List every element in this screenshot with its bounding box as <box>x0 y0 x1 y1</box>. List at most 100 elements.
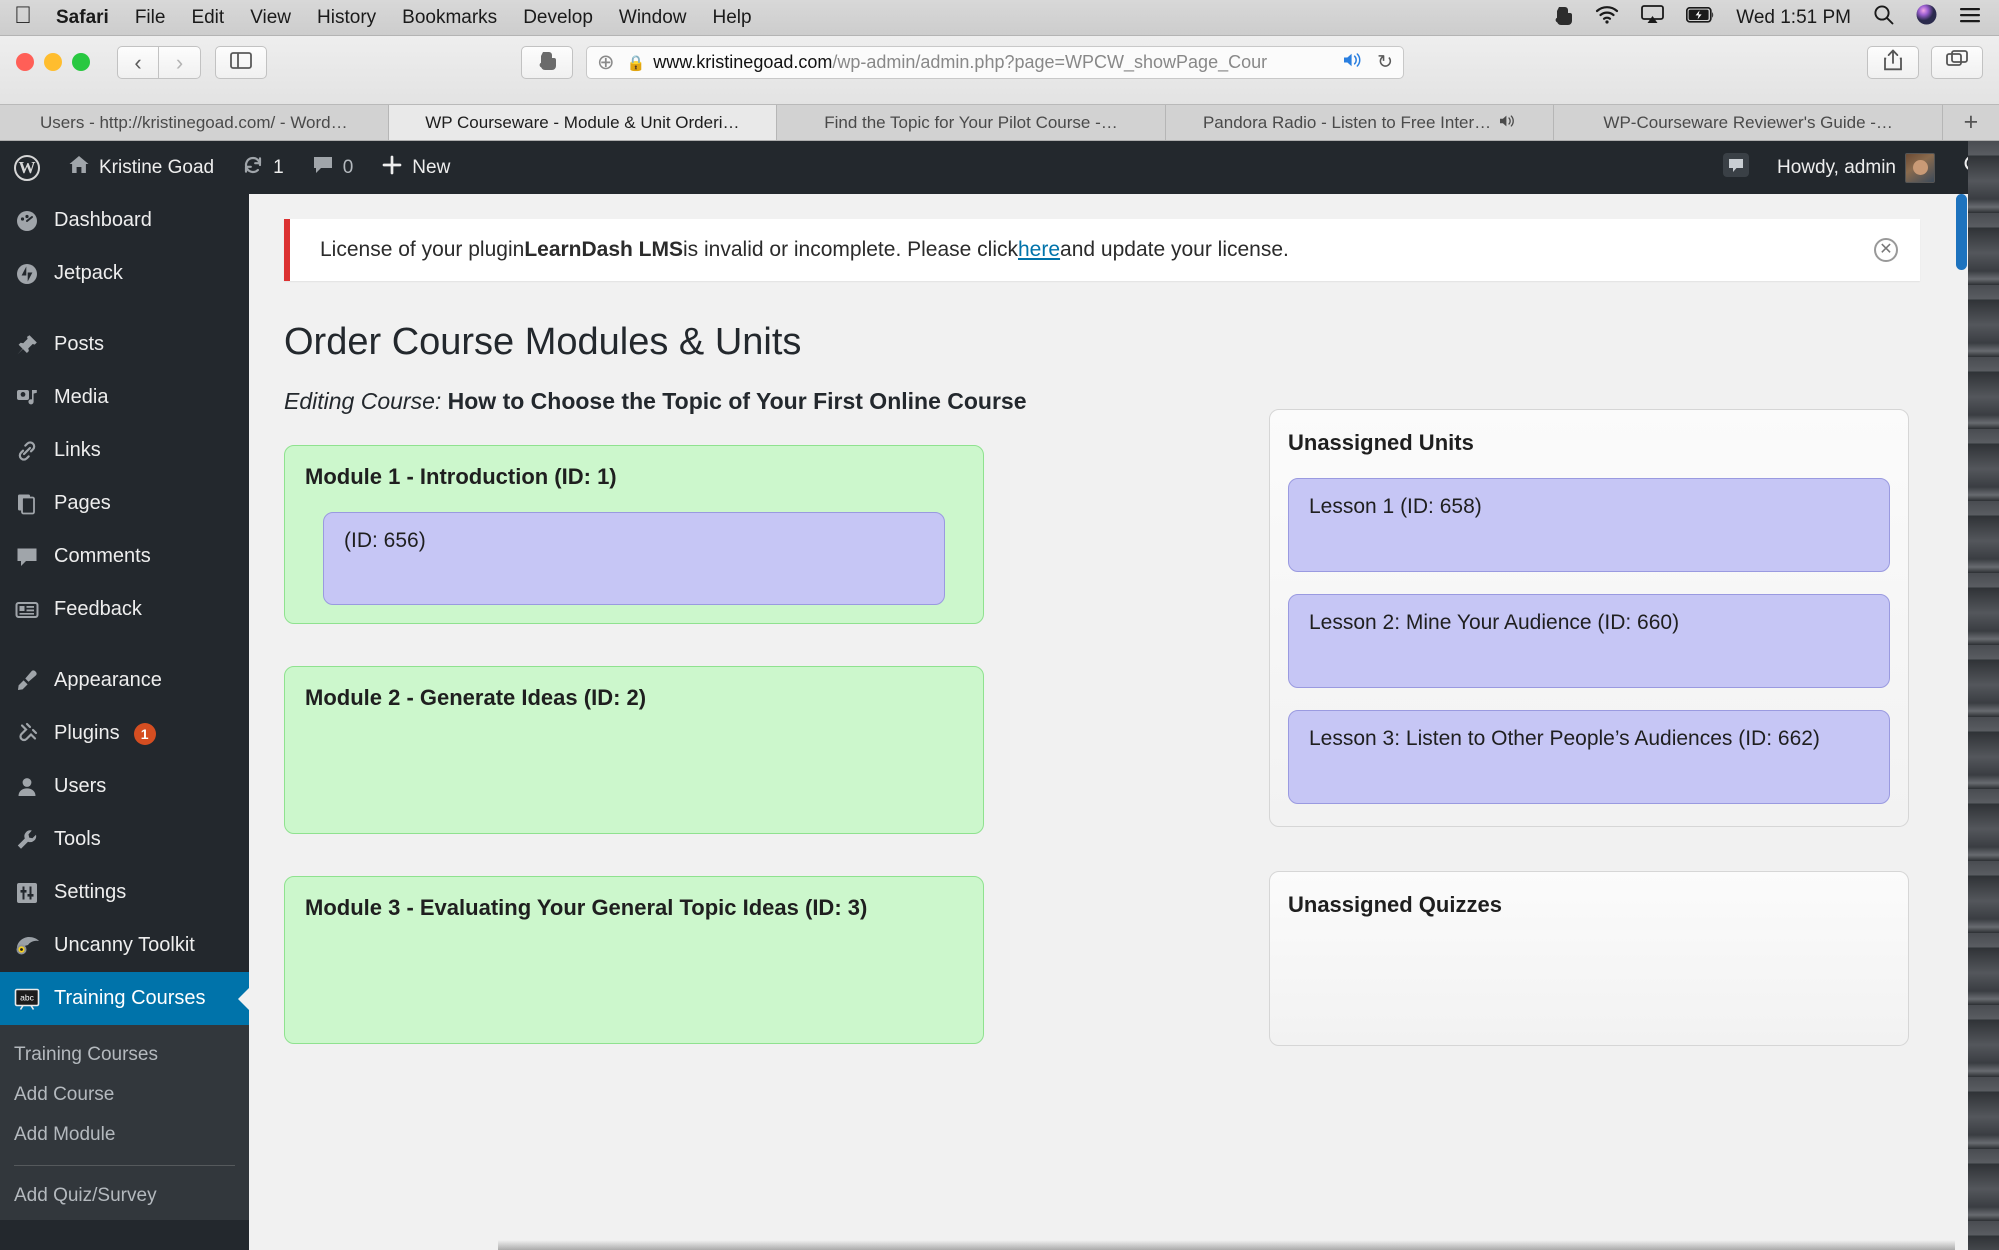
unassigned-unit-item[interactable]: Lesson 1 (ID: 658) <box>1288 478 1890 572</box>
share-button[interactable] <box>1867 46 1919 79</box>
sidebar-item-media[interactable]: Media <box>0 371 249 424</box>
sidebar-item-label: Users <box>54 775 107 797</box>
submenu-item-add-course[interactable]: Add Course <box>0 1075 249 1115</box>
menu-item-bookmarks[interactable]: Bookmarks <box>402 7 497 29</box>
tab-reviewers-guide[interactable]: WP-Courseware Reviewer's Guide -… <box>1554 105 1943 140</box>
sidebar-item-pages[interactable]: Pages <box>0 477 249 530</box>
howdy-menu[interactable]: Howdy, admin <box>1763 141 1949 194</box>
submenu-item-add-module[interactable]: Add Module <box>0 1115 249 1155</box>
module-box[interactable]: Module 1 - Introduction (ID: 1) (ID: 656… <box>284 445 984 624</box>
notice-suffix: and update your license. <box>1060 238 1289 261</box>
module-box[interactable]: Module 2 - Generate Ideas (ID: 2) <box>284 666 984 834</box>
menu-item-file[interactable]: File <box>135 7 166 29</box>
menu-item-edit[interactable]: Edit <box>191 7 224 29</box>
airplay-icon[interactable] <box>1641 5 1665 30</box>
sidebar-item-dashboard[interactable]: Dashboard <box>0 194 249 247</box>
sidebar-item-label: Plugins <box>54 722 120 744</box>
tab-find-topic[interactable]: Find the Topic for Your Pilot Course -… <box>777 105 1166 140</box>
comments-count: 0 <box>342 156 354 178</box>
home-icon <box>68 155 90 181</box>
notice-here-link[interactable]: here <box>1018 238 1060 262</box>
page-bottom-edge <box>498 1240 1965 1250</box>
menu-item-safari[interactable]: Safari <box>56 7 109 29</box>
sidebar-item-posts[interactable]: Posts <box>0 318 249 371</box>
evernote-icon[interactable] <box>1554 4 1573 32</box>
tab-wp-courseware[interactable]: WP Courseware - Module & Unit Orderi… <box>388 105 778 140</box>
admin-content-area: License of your plugin LearnDash LMS is … <box>249 194 1965 1250</box>
sidebar-item-links[interactable]: Links <box>0 424 249 477</box>
feedback-icon <box>14 598 40 622</box>
new-label: New <box>412 156 451 178</box>
notification-center-icon[interactable] <box>1959 6 1981 30</box>
unassigned-units-panel: Unassigned Units Lesson 1 (ID: 658) Less… <box>1269 409 1909 827</box>
menu-bar-clock[interactable]: Wed 1:51 PM <box>1736 7 1851 29</box>
modules-column: Module 1 - Introduction (ID: 1) (ID: 656… <box>284 445 984 1086</box>
sidebar-item-label: Jetpack <box>54 262 123 284</box>
updates-menu[interactable]: 1 <box>228 141 298 194</box>
apple-menu-icon[interactable]:  <box>14 3 32 28</box>
wp-admin-bar: W Kristine Goad 1 0 New Howdy, admin <box>0 141 1999 194</box>
sidebar-item-training-courses[interactable]: abc Training Courses <box>0 972 249 1025</box>
wifi-icon[interactable] <box>1595 5 1619 30</box>
module-box[interactable]: Module 3 - Evaluating Your General Topic… <box>284 876 984 1044</box>
siri-icon[interactable] <box>1916 4 1937 31</box>
tab-label: Users - http://kristinegoad.com/ - Word… <box>39 112 348 132</box>
sidebar-item-uncanny-toolkit[interactable]: Uncanny Toolkit <box>0 919 249 972</box>
sidebar-item-plugins[interactable]: Plugins 1 <box>0 707 249 760</box>
menu-item-history[interactable]: History <box>317 7 376 29</box>
sidebar-item-feedback[interactable]: Feedback <box>0 583 249 636</box>
submenu-item-add-quiz-survey[interactable]: Add Quiz/Survey <box>0 1176 249 1216</box>
add-icon[interactable]: ⊕ <box>597 50 615 75</box>
menu-item-develop[interactable]: Develop <box>523 7 593 29</box>
wp-admin-sidebar: Dashboard Jetpack Posts Media Links Page… <box>0 194 249 1250</box>
background-window-edge <box>1968 141 1999 1250</box>
close-window-button[interactable] <box>16 53 34 71</box>
evernote-clipper-button[interactable] <box>521 46 573 79</box>
wp-logo-menu[interactable]: W <box>0 141 54 194</box>
feedback-menu[interactable] <box>1709 141 1763 194</box>
close-icon[interactable]: ✕ <box>1874 238 1898 262</box>
toolbar-right-buttons <box>1867 46 1983 79</box>
show-sidebar-button[interactable] <box>215 46 267 79</box>
address-bar[interactable]: ⊕ 🔒 www.kristinegoad.com /wp-admin/admin… <box>586 46 1404 79</box>
unassigned-unit-item[interactable]: Lesson 2: Mine Your Audience (ID: 660) <box>1288 594 1890 688</box>
tab-overview-button[interactable] <box>1931 46 1983 79</box>
sidebar-icon <box>230 51 252 74</box>
menu-item-window[interactable]: Window <box>619 7 687 29</box>
forward-button[interactable]: › <box>159 46 201 79</box>
license-notice: License of your plugin LearnDash LMS is … <box>284 219 1920 281</box>
tab-users[interactable]: Users - http://kristinegoad.com/ - Word… <box>0 105 389 140</box>
sidebar-item-comments[interactable]: Comments <box>0 530 249 583</box>
evernote-icon <box>538 49 557 76</box>
menu-item-help[interactable]: Help <box>712 7 751 29</box>
users-icon <box>14 775 40 799</box>
site-name-menu[interactable]: Kristine Goad <box>54 141 228 194</box>
svg-text:abc: abc <box>20 992 34 1002</box>
tab-label: Pandora Radio - Listen to Free Inter… <box>1202 112 1492 132</box>
reload-icon[interactable]: ↻ <box>1377 51 1393 74</box>
unassigned-unit-item[interactable]: Lesson 3: Listen to Other People’s Audie… <box>1288 710 1890 804</box>
scrollbar-thumb[interactable] <box>1956 194 1967 270</box>
sidebar-item-tools[interactable]: Tools <box>0 813 249 866</box>
menu-item-view[interactable]: View <box>250 7 291 29</box>
back-button[interactable]: ‹ <box>117 46 159 79</box>
editing-course-label: Editing Course: <box>284 388 442 414</box>
submenu-item-training-courses[interactable]: Training Courses <box>0 1035 249 1075</box>
sidebar-item-jetpack[interactable]: Jetpack <box>0 247 249 300</box>
tab-pandora-radio[interactable]: Pandora Radio - Listen to Free Inter… <box>1166 105 1555 140</box>
new-tab-button[interactable]: + <box>1943 105 1999 140</box>
battery-charging-icon[interactable] <box>1686 6 1714 29</box>
comments-menu[interactable]: 0 <box>298 141 368 194</box>
new-content-menu[interactable]: New <box>367 141 464 194</box>
updates-icon <box>242 155 264 181</box>
unit-box[interactable]: (ID: 656) <box>323 512 945 605</box>
sidebar-item-appearance[interactable]: Appearance <box>0 654 249 707</box>
minimize-window-button[interactable] <box>44 53 62 71</box>
sidebar-item-users[interactable]: Users <box>0 760 249 813</box>
spotlight-search-icon[interactable] <box>1873 4 1894 31</box>
sidebar-item-settings[interactable]: Settings <box>0 866 249 919</box>
tab-audio-icon[interactable] <box>1499 113 1516 133</box>
speaker-icon[interactable] <box>1335 52 1363 73</box>
maximize-window-button[interactable] <box>72 53 90 71</box>
page-scrollbar[interactable] <box>1955 194 1968 1250</box>
